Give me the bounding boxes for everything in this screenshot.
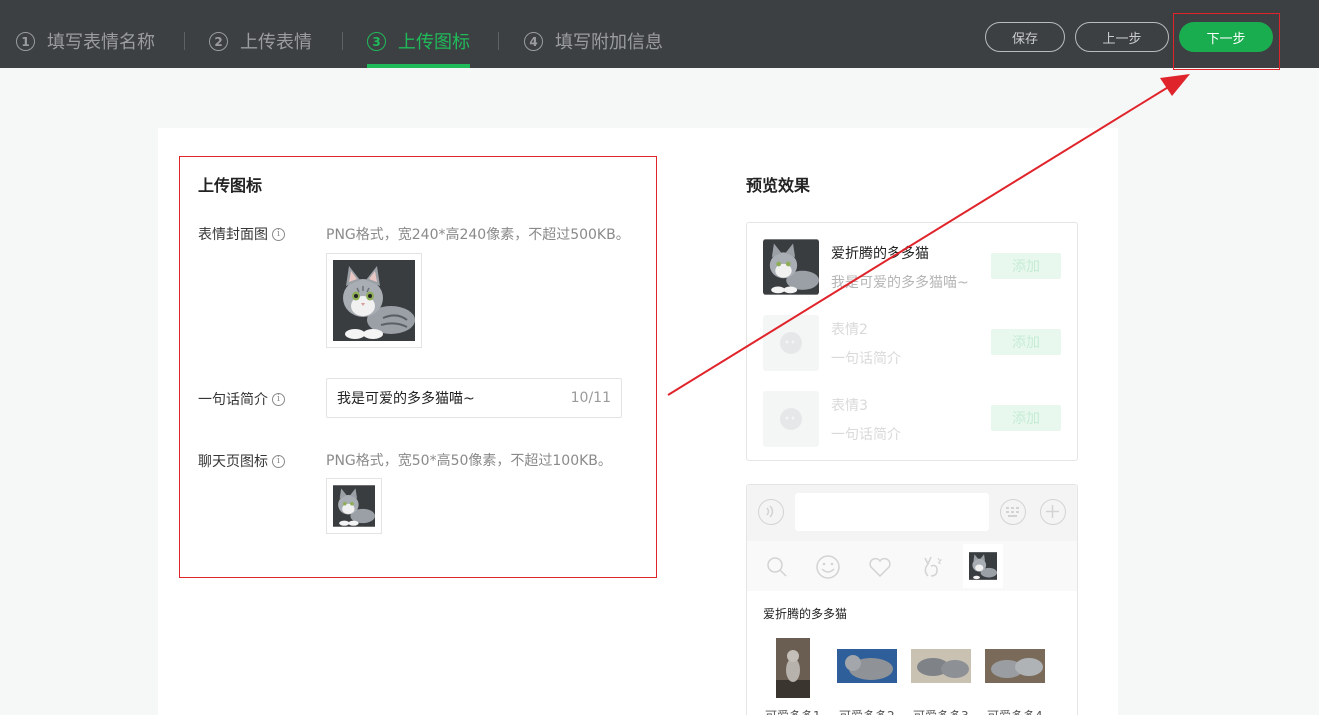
annotation-arrow bbox=[667, 74, 1190, 396]
